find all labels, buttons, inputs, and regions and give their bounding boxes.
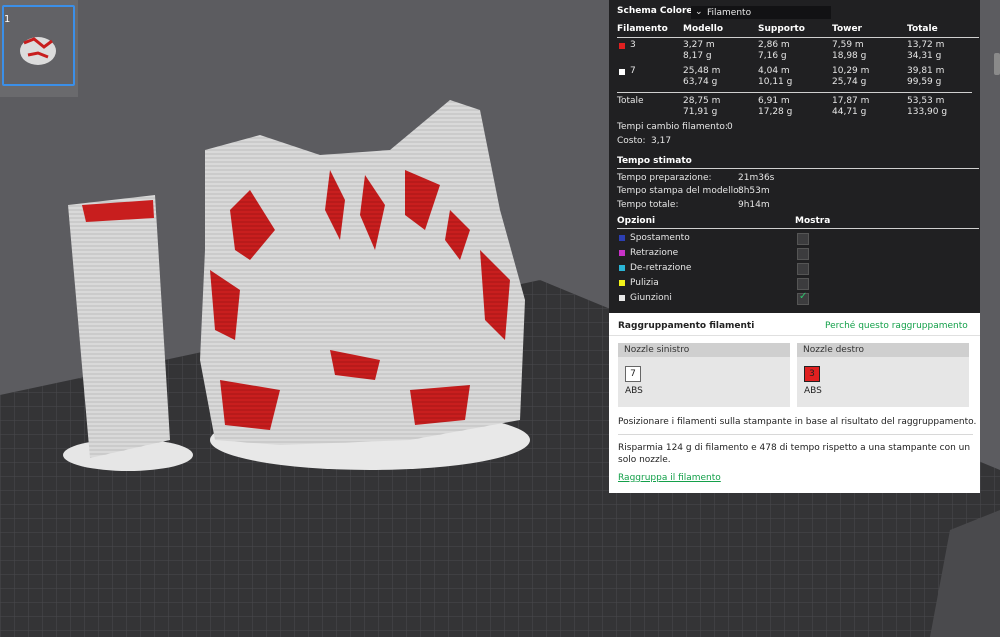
filament-change-value: 0 [727,122,733,132]
option-label-deretraction: De-retrazione [630,263,692,273]
cell: 10,29 m [832,66,870,76]
plate-number: 1 [4,14,11,25]
grouping-title: Raggruppamento filamenti [618,321,755,331]
estimated-time-title: Tempo stimato [617,156,692,166]
total-time-label: Tempo totale: [617,200,679,210]
savings-text: Risparmia 124 g di filamento e 478 di te… [618,443,971,465]
option-label-wipe: Pulizia [630,278,659,288]
cell: 25,74 g [832,77,867,87]
divider [609,335,980,336]
total-time-value: 9h14m [738,200,770,210]
cell: 3,27 m [683,40,715,50]
cell: 4,04 m [758,66,790,76]
deretraction-swatch [619,265,625,271]
prep-time-label: Tempo preparazione: [617,173,712,183]
total-label: Totale [617,96,644,106]
color-scheme-label: Schema Colore [617,6,693,16]
right-nozzle-title: Nozzle destro [797,343,969,357]
cell: 10,11 g [758,77,793,87]
cell: 7,59 m [832,40,864,50]
cell: 63,74 g [683,77,718,87]
divider [617,228,979,229]
cell: 34,31 g [907,51,942,61]
seams-swatch [619,295,625,301]
col-header-tower: Tower [832,24,862,34]
wipe-swatch [619,280,625,286]
group-filament-link[interactable]: Raggruppa il filamento [618,473,721,483]
travel-swatch [619,235,625,241]
plate-thumbnail[interactable]: 1 [0,0,78,97]
left-nozzle-box[interactable]: Nozzle sinistro 7 ABS [618,343,790,407]
cell: 6,91 m [758,96,790,106]
cell: 2,86 m [758,40,790,50]
why-grouping-link[interactable]: Perché questo raggruppamento [825,321,968,331]
col-header-support: Supporto [758,24,805,34]
option-checkbox-retraction[interactable] [797,248,809,260]
filament-7-swatch [619,69,625,75]
cell: 39,81 m [907,66,945,76]
cell: 18,98 g [832,51,867,61]
option-checkbox-seams[interactable]: ✓ [797,291,809,305]
prep-time-value: 21m36s [738,173,775,183]
filament-3-swatch [619,43,625,49]
chevron-down-icon: ⌄ [695,7,703,17]
cell: 53,53 m [907,96,945,106]
retraction-swatch [619,250,625,256]
cell: 44,71 g [832,107,867,117]
checkmark-icon: ✓ [799,291,808,302]
cell: 99,59 g [907,77,942,87]
col-header-model: Modello [683,24,724,34]
left-nozzle-title: Nozzle sinistro [618,343,790,357]
model-print-time-label: Tempo stampa del modello: [617,186,742,196]
cell: 17,28 g [758,107,793,117]
model-print-time-value: 8h53m [738,186,770,196]
option-checkbox-travel[interactable] [797,233,809,245]
option-checkbox-deretraction[interactable] [797,263,809,275]
right-nozzle-material: ABS [804,386,822,396]
cost-value: 3,17 [651,136,672,146]
option-label-retraction: Retrazione [630,248,679,258]
option-label-seams: Giunzioni [630,293,672,303]
color-scheme-dropdown[interactable]: ⌄ Filamento [691,6,831,19]
cell: 7,16 g [758,51,787,61]
col-header-total: Totale [907,24,938,34]
divider [617,37,979,38]
left-nozzle-filament-chip[interactable]: 7 [625,366,641,382]
option-label-travel: Spostamento [630,233,690,243]
plate-thumbnail-frame[interactable] [2,5,75,86]
filament-grouping-card: Raggruppamento filamenti Perché questo r… [609,313,980,493]
grouping-description: Posizionare i filamenti sulla stampante … [618,417,977,427]
mask-thumbnail-icon [20,37,56,65]
cell: 28,75 m [683,96,721,106]
cell: 8,17 g [683,51,712,61]
divider [617,92,972,93]
slice-info-panel: Schema Colore ⌄ Filamento Filamento Mode… [609,0,980,313]
cell: 25,48 m [683,66,721,76]
mask-model [200,100,530,470]
col-header-filament: Filamento [617,24,668,34]
color-scheme-value: Filamento [707,8,752,18]
filament-3-id: 3 [630,40,636,50]
divider [618,434,973,435]
divider [617,168,979,169]
cell: 71,91 g [683,107,718,117]
right-nozzle-filament-chip[interactable]: 3 [804,366,820,382]
cell: 13,72 m [907,40,945,50]
cost-label: Costo: [617,136,646,146]
filament-change-label: Tempi cambio filamento: [617,122,728,132]
scrollbar-handle[interactable] [994,53,1000,75]
show-header: Mostra [795,216,831,226]
cell: 133,90 g [907,107,948,117]
cell: 17,87 m [832,96,870,106]
left-nozzle-material: ABS [625,386,643,396]
option-checkbox-wipe[interactable] [797,278,809,290]
right-nozzle-box[interactable]: Nozzle destro 3 ABS [797,343,969,407]
options-header: Opzioni [617,216,656,226]
filament-7-id: 7 [630,66,636,76]
